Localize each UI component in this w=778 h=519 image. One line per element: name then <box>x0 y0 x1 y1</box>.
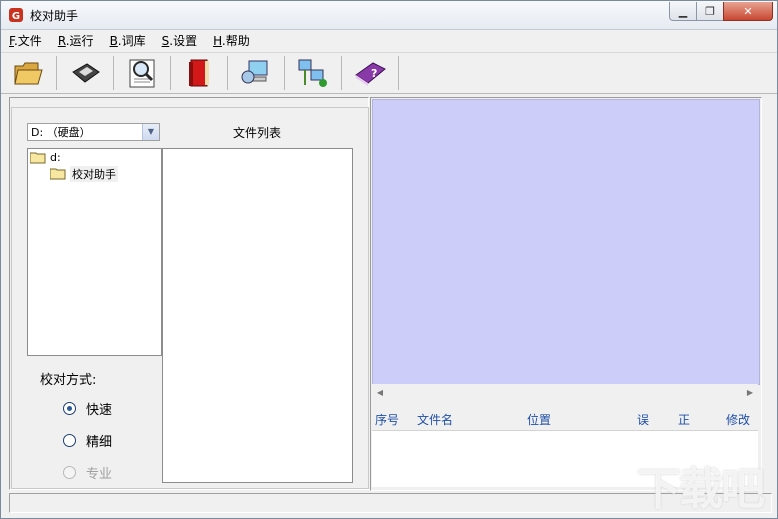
minimize-button[interactable]: ▁ <box>669 2 697 21</box>
restore-button[interactable]: ❐ <box>696 2 724 21</box>
column-header[interactable]: 正 <box>678 411 690 428</box>
watermark: 下载吧 <box>637 464 765 515</box>
close-button[interactable]: ✕ <box>723 2 773 21</box>
results-header: 序号 文件名 位置 误 正 修改 <box>372 406 758 431</box>
toolbar-separator <box>56 56 57 90</box>
folder-tree[interactable]: d: 校对助手 <box>27 148 162 356</box>
file-list[interactable] <box>162 148 353 483</box>
menu-help[interactable]: H.帮助 <box>205 31 258 51</box>
close-icon: ✕ <box>743 4 753 18</box>
svg-text:G: G <box>12 11 20 22</box>
folder-icon <box>30 152 46 163</box>
radio-icon <box>63 434 76 447</box>
help-button[interactable]: ? <box>351 55 389 91</box>
radio-icon <box>63 466 76 479</box>
proofread-button[interactable] <box>123 55 161 91</box>
mode-fast-radio[interactable]: 快速 <box>63 399 112 418</box>
toolbar: ? <box>1 52 777 94</box>
window-title: 校对助手 <box>30 9 79 23</box>
drive-select-value: D: （硬盘） <box>31 126 91 139</box>
drive-select[interactable]: D: （硬盘） ▼ <box>27 123 160 141</box>
menu-dictionary[interactable]: B.词库 <box>102 31 154 51</box>
toolbar-separator <box>227 56 228 90</box>
folder-icon <box>50 168 66 180</box>
tree-node-root[interactable]: d: <box>30 151 61 164</box>
column-header[interactable]: 序号 <box>375 411 399 428</box>
radio-label: 快速 <box>86 403 113 418</box>
menu-run[interactable]: R.运行 <box>50 31 102 51</box>
tree-node-label: d: <box>50 151 61 164</box>
column-header[interactable]: 位置 <box>527 411 551 428</box>
svg-text:?: ? <box>371 67 377 80</box>
dictionary-book-icon <box>189 59 209 87</box>
mode-pro-radio: 专业 <box>63 463 112 482</box>
help-book-icon: ? <box>355 62 386 86</box>
column-header[interactable]: 误 <box>637 411 649 428</box>
mode-fine-radio[interactable]: 精细 <box>63 431 112 450</box>
column-header[interactable]: 文件名 <box>417 411 453 428</box>
network-computer-icon <box>241 60 268 84</box>
document-preview[interactable] <box>372 99 760 385</box>
chevron-down-icon[interactable]: ▼ <box>142 124 159 140</box>
save-button[interactable] <box>66 55 104 91</box>
proofread-doc-icon <box>129 59 155 88</box>
radio-icon <box>63 402 76 415</box>
scroll-left-icon[interactable]: ◀ <box>372 388 388 397</box>
toolbar-separator <box>284 56 285 90</box>
toolbar-separator <box>170 56 171 90</box>
app-window: G 校对助手 ▁ ❐ ✕ F.文件 R.运行 B.词库 S.设置 H.帮助 ? … <box>0 0 778 519</box>
radio-label: 专业 <box>86 467 113 482</box>
file-list-label: 文件列表 <box>232 126 281 140</box>
network-button[interactable] <box>237 55 275 91</box>
open-button[interactable] <box>9 55 47 91</box>
title-bar: G 校对助手 ▁ ❐ ✕ <box>1 1 777 30</box>
menu-bar: F.文件 R.运行 B.词库 S.设置 H.帮助 <box>1 30 777 51</box>
toolbar-separator <box>341 56 342 90</box>
tree-node-child[interactable]: 校对助手 <box>50 166 118 182</box>
menu-file[interactable]: F.文件 <box>1 31 50 51</box>
dictionary-button[interactable] <box>180 55 218 91</box>
tree-node-label: 校对助手 <box>70 166 118 182</box>
toolbar-separator <box>113 56 114 90</box>
open-folder-icon <box>14 62 43 85</box>
app-logo-icon: G <box>9 8 23 22</box>
menu-settings[interactable]: S.设置 <box>154 31 205 51</box>
save-disk-icon <box>72 63 100 83</box>
toolbar-separator <box>398 56 399 90</box>
minimize-icon: ▁ <box>678 4 688 18</box>
network-settings-icon <box>298 59 327 87</box>
proofread-mode-label: 校对方式: <box>40 373 97 388</box>
horizontal-scrollbar[interactable]: ◀ ▶ <box>372 384 758 400</box>
restore-icon: ❐ <box>705 4 715 18</box>
column-header[interactable]: 修改 <box>726 411 750 428</box>
network-settings-button[interactable] <box>294 55 332 91</box>
scroll-right-icon[interactable]: ▶ <box>742 388 758 397</box>
radio-label: 精细 <box>86 435 113 450</box>
